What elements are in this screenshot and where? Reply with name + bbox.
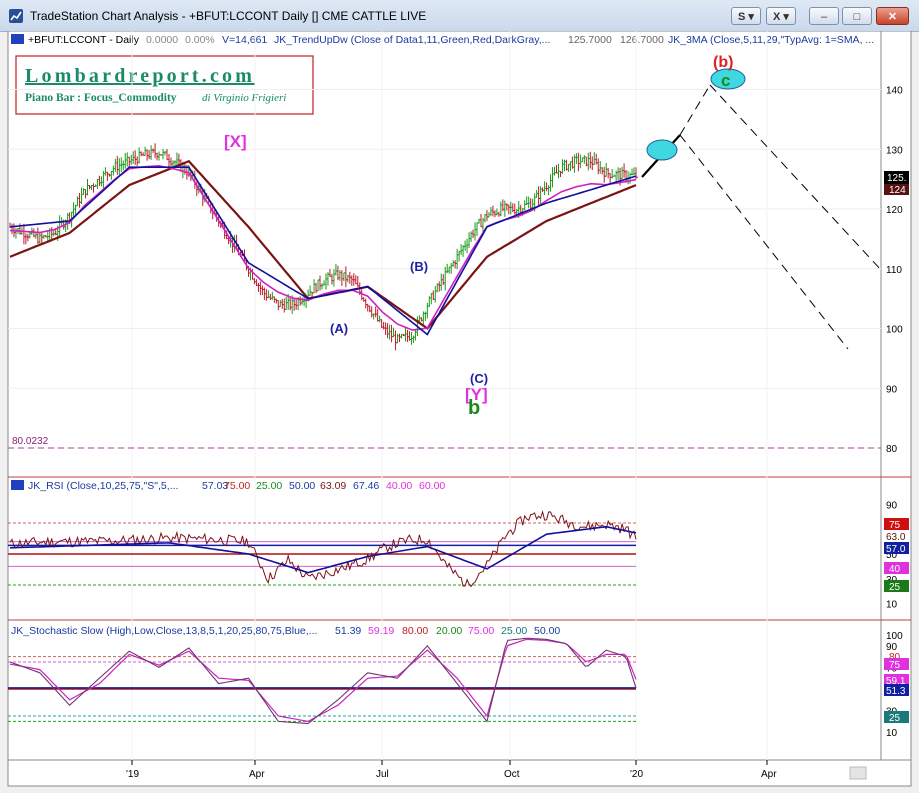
status-change-pct: 0.00% [185, 34, 215, 46]
rsi-tick-label: 10 [886, 600, 898, 611]
rsi-value-3: 50.00 [289, 480, 315, 492]
rsi-tick-label: 90 [886, 500, 898, 511]
stoch-value-4: 75.00 [468, 625, 494, 637]
ma-price-text: 124 [889, 185, 906, 196]
plot-background [7, 31, 882, 761]
price-tick-label: 110 [886, 265, 902, 276]
application-window: TradeStation Chart Analysis - +BFUT:LCCO… [0, 0, 919, 793]
rsi-badge-57-text: 57.0 [886, 544, 906, 555]
maximize-button[interactable]: □ [842, 7, 872, 25]
chart-area[interactable]: +BFUT:LCCONT - Daily 0.0000 0.00% V=14,6… [0, 31, 919, 793]
status-value1: 125.7000 [568, 34, 612, 46]
app-icon [9, 9, 23, 23]
price-tick-label: 80 [886, 444, 898, 455]
stoch-value-0: 51.39 [335, 625, 361, 637]
x-tick-label: Apr [761, 769, 777, 780]
last-price-text: 125. [887, 173, 906, 184]
stoch-value-6: 50.00 [534, 625, 560, 637]
status-indicator2: JK_3MA (Close,5,11,29,"TypAvg: 1=SMA, ..… [668, 34, 874, 46]
stoch-tick-label: 100 [886, 631, 903, 642]
symbol-color-swatch [11, 34, 24, 44]
wave-label-A: (A) [330, 321, 348, 336]
rsi-badge-63-text: 63.0 [886, 532, 906, 543]
price-tick-label: 90 [886, 384, 898, 395]
rsi-value-7: 60.00 [419, 480, 445, 492]
logo-site: Lombardreport.com [25, 65, 255, 87]
target-ellipse-1 [646, 139, 678, 161]
rsi-badge-75-text: 75 [889, 520, 901, 531]
stoch-badge-51-text: 51.3 [886, 686, 906, 697]
rsi-color-swatch [11, 480, 24, 490]
settings-button-label: S [738, 11, 746, 23]
price-tick-label: 100 [886, 325, 903, 336]
wave-label-b-paren: (b) [713, 54, 733, 71]
rsi-value-5: 67.46 [353, 480, 379, 492]
logo-subtitle: Piano Bar : Focus_Commodity [25, 92, 177, 104]
price-tick-label: 130 [886, 145, 903, 156]
status-symbol: +BFUT:LCCONT - Daily [28, 34, 140, 46]
stoch-badges: 80 75 59.1 51.3 25 [884, 651, 909, 724]
rsi-value-1: 75.00 [224, 480, 250, 492]
low-label: 80.0232 [12, 436, 49, 447]
title-bar[interactable]: TradeStation Chart Analysis - +BFUT:LCCO… [0, 0, 919, 32]
price-tick-label: 140 [886, 86, 903, 97]
scroll-handle[interactable] [849, 766, 867, 780]
wave-label-X: [X] [224, 132, 247, 151]
close-chart-button-label: X [773, 11, 781, 23]
rsi-badge-40-text: 40 [889, 564, 901, 575]
logo-box: Lombardreport.com Piano Bar : Focus_Comm… [15, 55, 314, 115]
stoch-name: JK_Stochastic Slow (High,Low,Close,13,8,… [11, 625, 317, 637]
rsi-badge-25-text: 25 [889, 582, 901, 593]
x-tick-label: Oct [504, 769, 520, 780]
wave-label-b: b [468, 397, 480, 419]
wave-label-c: c [721, 71, 730, 90]
close-button[interactable]: ✕ [876, 7, 909, 25]
rsi-value-4: 63.09 [320, 480, 346, 492]
status-indicator1: JK_TrendUpDw (Close of Data1,11,Green,Re… [274, 34, 550, 46]
wave-label-B: (B) [410, 259, 428, 274]
x-tick-label: Jul [376, 769, 389, 780]
x-tick-label: '20 [630, 769, 643, 780]
close-chart-button[interactable]: X ▾ [766, 7, 796, 25]
wave-label-C: (C) [470, 371, 488, 386]
window-title: TradeStation Chart Analysis - +BFUT:LCCO… [30, 9, 427, 23]
rsi-name: JK_RSI (Close,10,25,75,"S",5,... [28, 480, 178, 492]
rsi-value-6: 40.00 [386, 480, 412, 492]
status-change: 0.0000 [146, 34, 178, 46]
x-tick-label: '19 [126, 769, 139, 780]
status-volume: V=14,661 [222, 34, 267, 46]
stoch-value-2: 80.00 [402, 625, 428, 637]
stoch-badge-75-text: 75 [889, 660, 901, 671]
logo-author: di Virginio Frigieri [202, 92, 286, 104]
stoch-tick-label: 10 [886, 728, 898, 739]
price-tick-label: 120 [886, 205, 903, 216]
settings-button[interactable]: S ▾ [731, 7, 761, 25]
minimize-button[interactable]: – [809, 7, 839, 25]
stoch-value-5: 25.00 [501, 625, 527, 637]
rsi-value-2: 25.00 [256, 480, 282, 492]
stoch-value-1: 59.19 [368, 625, 394, 637]
stoch-badge-25-text: 25 [889, 713, 901, 724]
x-tick-label: Apr [249, 769, 265, 780]
status-value2: 126.7000 [620, 34, 664, 46]
stoch-value-3: 20.00 [436, 625, 462, 637]
stoch-header: JK_Stochastic Slow (High,Low,Close,13,8,… [11, 625, 560, 637]
